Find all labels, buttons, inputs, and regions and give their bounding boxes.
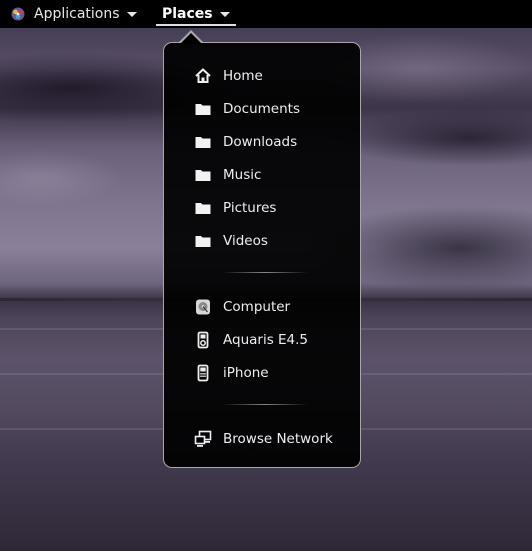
media-player-icon (194, 331, 212, 349)
menu-item-videos[interactable]: Videos (194, 230, 354, 252)
home-icon (194, 67, 212, 85)
folder-icon (194, 100, 212, 118)
folder-icon (194, 166, 212, 184)
hard-disk-icon (194, 298, 212, 316)
menu-item-label: Downloads (223, 134, 298, 150)
menu-item-browse-network[interactable]: Browse Network (194, 428, 354, 450)
phone-icon (194, 364, 212, 382)
menu-item-iphone[interactable]: iPhone (194, 362, 354, 384)
menu-item-label: Aquaris E4.5 (223, 332, 309, 348)
menu-item-aquaris[interactable]: Aquaris E4.5 (194, 329, 354, 351)
menu-item-label: Home (223, 68, 263, 84)
menu-item-home[interactable]: Home (194, 65, 354, 87)
folder-icon (194, 232, 212, 250)
folder-icon (194, 199, 212, 217)
top-bar: Applications Places (0, 0, 532, 28)
applications-label: Applications (34, 6, 120, 22)
menu-item-downloads[interactable]: Downloads (194, 131, 354, 153)
menu-item-documents[interactable]: Documents (194, 98, 354, 120)
menu-item-pictures[interactable]: Pictures (194, 197, 354, 219)
menu-item-label: Browse Network (223, 431, 333, 447)
menu-item-label: Music (223, 167, 262, 183)
applications-icon (10, 6, 26, 22)
menu-separator (222, 272, 308, 273)
menu-separator (222, 404, 308, 405)
chevron-down-icon (126, 12, 137, 17)
menu-item-music[interactable]: Music (194, 164, 354, 186)
menu-pointer-fill (180, 33, 202, 44)
menu-item-computer[interactable]: Computer (194, 296, 354, 318)
folder-icon (194, 133, 212, 151)
network-icon (194, 430, 212, 448)
menu-item-label: Pictures (223, 200, 277, 216)
menu-item-label: Computer (223, 299, 291, 315)
chevron-down-icon (219, 12, 230, 17)
menu-item-label: Videos (223, 233, 268, 249)
menu-item-label: Documents (223, 101, 300, 117)
places-popup-menu: Home Documents Downloads Music Pictures … (163, 42, 361, 468)
places-menu-button[interactable]: Places (156, 0, 236, 28)
places-label: Places (162, 6, 213, 22)
applications-menu-button[interactable]: Applications (10, 0, 137, 28)
menu-item-label: iPhone (223, 365, 269, 381)
active-menu-underline (156, 24, 236, 26)
